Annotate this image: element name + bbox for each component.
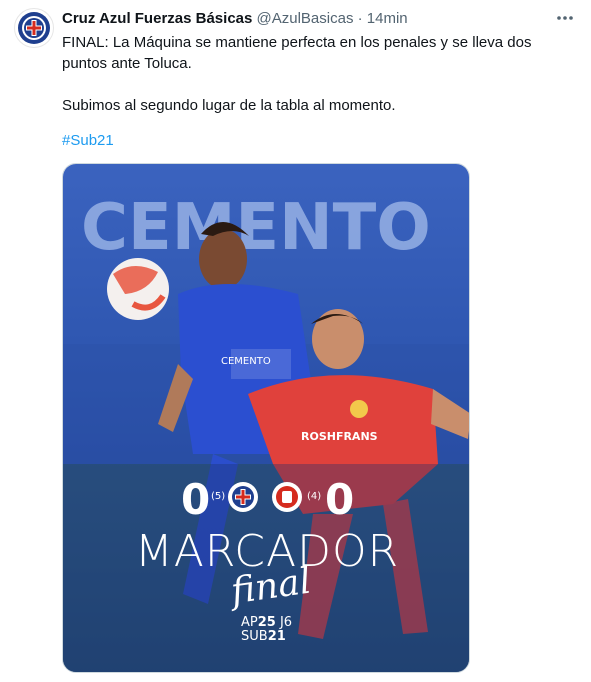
tournament-ap: AP <box>241 615 258 630</box>
home-penalties: (5) <box>211 491 226 502</box>
handle[interactable]: @AzulBasicas <box>257 10 354 27</box>
tweet-text: FINAL: La Máquina se mantiene perfecta e… <box>62 32 562 116</box>
tweet-media-image[interactable]: CEMENTO CEMENTO ROSHFRANS 0 (5) (4) 0 MA… <box>62 163 470 673</box>
avatar[interactable] <box>14 8 54 48</box>
tweet-text-line: Subimos al segundo lugar de la tabla al … <box>62 97 396 114</box>
tweet-text-line: FINAL: La Máquina se mantiene perfecta e… <box>62 34 532 51</box>
tweet-text-line: puntos ante Toluca. <box>62 55 192 72</box>
category-number: 21 <box>267 629 286 644</box>
tournament-jornada: J6 <box>275 615 293 630</box>
tournament-label: AP25 J6 SUB21 <box>241 616 292 644</box>
away-score: 0 <box>325 475 355 524</box>
display-name[interactable]: Cruz Azul Fuerzas Básicas <box>62 10 252 27</box>
tournament-ap-number: 25 <box>257 615 276 630</box>
tweet-header: Cruz Azul Fuerzas Básicas @AzulBasicas ·… <box>62 9 551 29</box>
jersey-sponsor-home: CEMENTO <box>221 356 271 367</box>
away-penalties: (4) <box>307 491 322 502</box>
separator: · <box>357 10 363 27</box>
more-button[interactable] <box>555 8 575 28</box>
hashtag-link[interactable]: #Sub21 <box>62 131 114 151</box>
banner-text: CEMENTO <box>81 191 431 265</box>
category-label: SUB <box>241 629 268 644</box>
cruz-azul-crest-icon <box>18 12 50 44</box>
home-score: 0 <box>181 475 211 524</box>
more-horizontal-icon <box>557 16 573 20</box>
timestamp[interactable]: 14min <box>367 10 408 27</box>
jersey-sponsor-away: ROSHFRANS <box>301 430 378 443</box>
